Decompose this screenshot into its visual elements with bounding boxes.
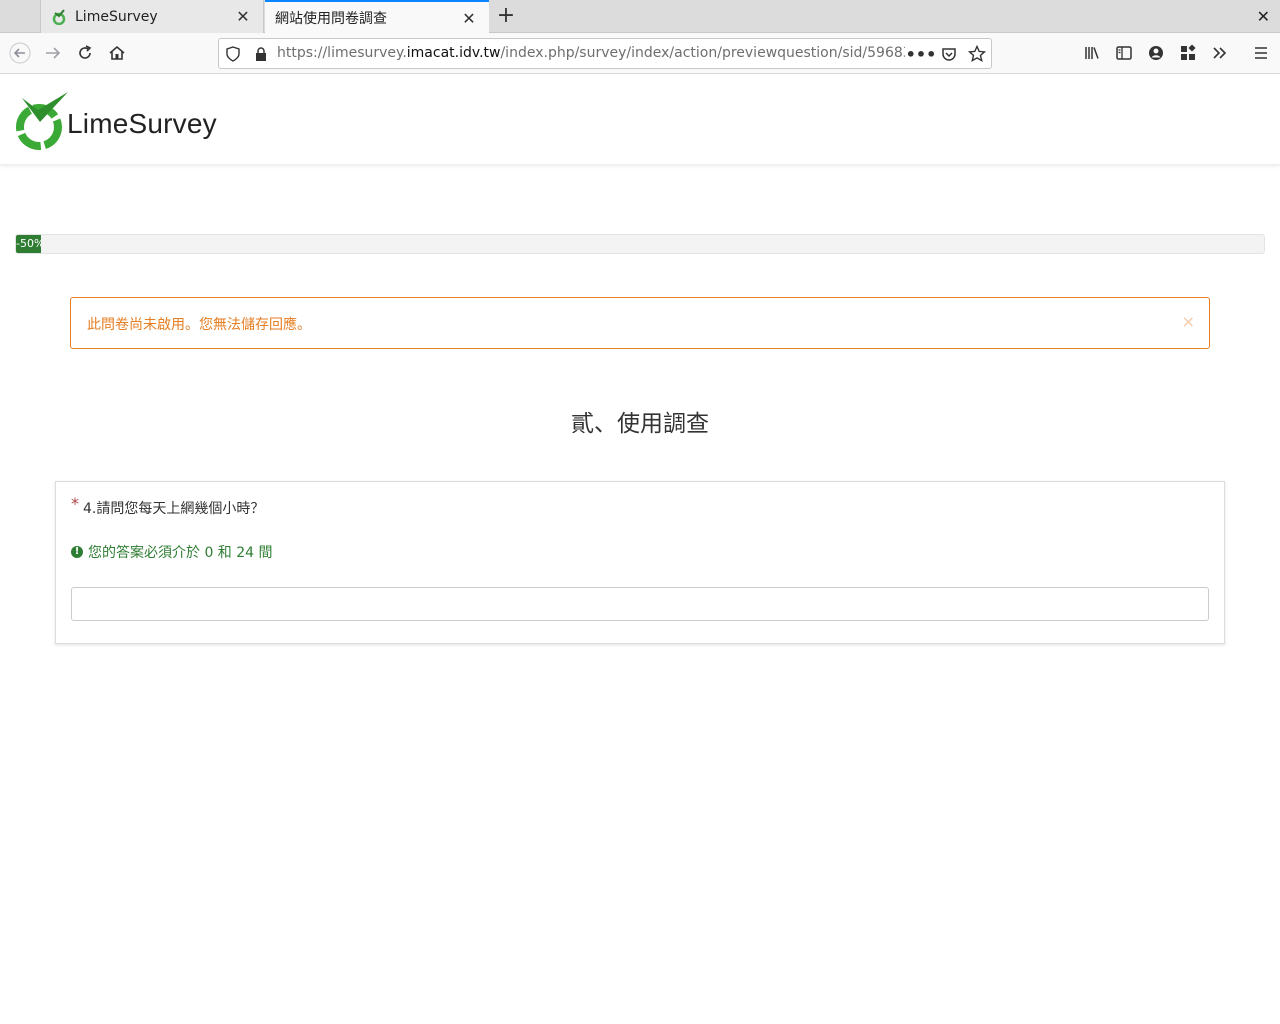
account-icon [1149,46,1163,60]
tab-close-icon[interactable]: ✕ [459,9,479,28]
back-button[interactable] [8,41,32,65]
reload-icon [79,45,92,59]
required-asterisk-icon: * [71,494,79,513]
forward-button[interactable] [41,41,65,65]
chevron-double-right-icon [1213,47,1227,59]
overflow-menu-button[interactable] [1208,41,1232,65]
tracking-shield-icon[interactable] [223,44,243,64]
exclamation-circle-icon: ! [71,546,83,558]
back-arrow-icon [9,42,31,64]
tab-close-icon[interactable]: ✕ [233,7,253,26]
tab-strip: LimeSurvey ✕ 網站使用問卷調查 ✕ + ✕ [0,0,1280,34]
home-icon [109,45,125,60]
progress-fill: -50% [16,235,41,253]
reload-button[interactable] [73,41,97,65]
hamburger-menu-icon [1255,47,1267,59]
library-icon [1085,47,1099,59]
survey-inactive-alert: 此問卷尚未啟用。您無法儲存回應。 × [70,297,1210,349]
sidebar-icon [1116,46,1132,60]
extensions-icon [1181,44,1196,60]
alert-message: 此問卷尚未啟用。您無法儲存回應。 [87,317,311,333]
alert-close-icon[interactable]: × [1182,312,1195,331]
window-close-icon[interactable]: ✕ [1257,7,1270,26]
navigation-bar: https://limesurvey.imacat.idv.tw/index.p… [0,33,1280,74]
limesurvey-favicon-icon [52,8,66,25]
tab-title: LimeSurvey [75,8,158,25]
account-button[interactable] [1144,41,1168,65]
tip-text: 您的答案必須介於 0 和 24 間 [88,545,273,561]
question-tip: ! 您的答案必須介於 0 和 24 間 [71,542,273,562]
limesurvey-logo-icon[interactable] [14,90,70,150]
url-text[interactable]: https://limesurvey.imacat.idv.tw/index.p… [277,45,905,61]
bookmark-star-icon[interactable] [967,44,987,64]
site-header: LimeSurvey [0,74,1280,165]
new-tab-button[interactable]: + [494,4,518,28]
home-button[interactable] [105,41,129,65]
url-bar[interactable]: https://limesurvey.imacat.idv.tw/index.p… [218,38,992,69]
main-menu-button[interactable] [1249,41,1273,65]
group-title: 貳、使用調查 [571,411,709,437]
sidebar-button[interactable] [1112,41,1136,65]
tab-title: 網站使用問卷調查 [275,11,387,27]
lock-icon[interactable] [251,44,271,64]
pocket-icon[interactable] [939,44,959,64]
logo-text[interactable]: LimeSurvey [67,108,217,140]
question-text: 4.請問您每天上網幾個小時？ [83,501,265,517]
page-actions-icon[interactable]: ••• [906,44,937,64]
survey-progress-bar: -50% [15,234,1265,254]
extensions-button[interactable] [1176,41,1200,65]
tab-limesurvey[interactable]: LimeSurvey ✕ [40,0,264,33]
tab-survey[interactable]: 網站使用問卷調查 ✕ [265,0,489,34]
answer-input[interactable] [71,587,1209,621]
library-button[interactable] [1080,41,1104,65]
forward-arrow-icon [46,47,61,59]
question-container: * 4.請問您每天上網幾個小時？ ! 您的答案必須介於 0 和 24 間 [55,481,1225,644]
